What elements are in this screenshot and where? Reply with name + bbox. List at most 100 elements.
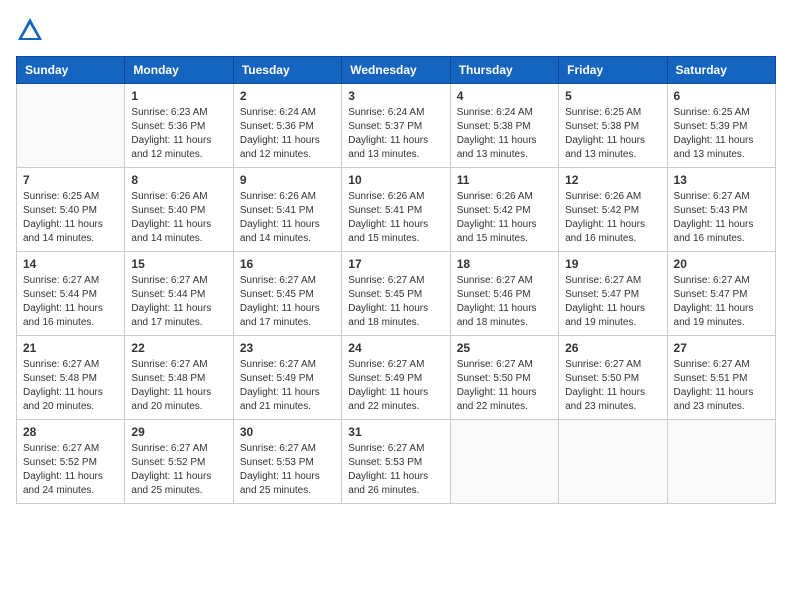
calendar-cell: [450, 420, 558, 504]
calendar-cell: [17, 84, 125, 168]
day-info: Sunrise: 6:26 AMSunset: 5:40 PMDaylight:…: [131, 190, 226, 246]
day-info: Sunrise: 6:24 AMSunset: 5:36 PMDaylight:…: [240, 106, 335, 162]
day-info: Sunrise: 6:27 AMSunset: 5:43 PMDaylight:…: [674, 190, 769, 246]
calendar-cell: 8 Sunrise: 6:26 AMSunset: 5:40 PMDaylight…: [125, 168, 233, 252]
calendar-cell: 10 Sunrise: 6:26 AMSunset: 5:41 PMDayligh…: [342, 168, 450, 252]
day-info: Sunrise: 6:27 AMSunset: 5:50 PMDaylight:…: [565, 358, 660, 414]
day-number: 6: [674, 89, 769, 103]
logo-icon: [16, 16, 44, 44]
calendar-week-row: 21 Sunrise: 6:27 AMSunset: 5:48 PMDayligh…: [17, 336, 776, 420]
day-info: Sunrise: 6:27 AMSunset: 5:44 PMDaylight:…: [131, 274, 226, 330]
day-info: Sunrise: 6:25 AMSunset: 5:38 PMDaylight:…: [565, 106, 660, 162]
calendar-week-row: 7 Sunrise: 6:25 AMSunset: 5:40 PMDaylight…: [17, 168, 776, 252]
day-info: Sunrise: 6:27 AMSunset: 5:44 PMDaylight:…: [23, 274, 118, 330]
day-number: 5: [565, 89, 660, 103]
day-info: Sunrise: 6:27 AMSunset: 5:49 PMDaylight:…: [348, 358, 443, 414]
day-info: Sunrise: 6:27 AMSunset: 5:45 PMDaylight:…: [348, 274, 443, 330]
calendar-cell: 22 Sunrise: 6:27 AMSunset: 5:48 PMDayligh…: [125, 336, 233, 420]
day-number: 8: [131, 173, 226, 187]
calendar-cell: [559, 420, 667, 504]
page-header: [16, 16, 776, 44]
calendar-table: SundayMondayTuesdayWednesdayThursdayFrid…: [16, 56, 776, 504]
calendar-cell: 17 Sunrise: 6:27 AMSunset: 5:45 PMDayligh…: [342, 252, 450, 336]
day-info: Sunrise: 6:27 AMSunset: 5:47 PMDaylight:…: [565, 274, 660, 330]
day-info: Sunrise: 6:26 AMSunset: 5:41 PMDaylight:…: [348, 190, 443, 246]
calendar-cell: 6 Sunrise: 6:25 AMSunset: 5:39 PMDaylight…: [667, 84, 775, 168]
day-number: 26: [565, 341, 660, 355]
calendar-cell: 16 Sunrise: 6:27 AMSunset: 5:45 PMDayligh…: [233, 252, 341, 336]
calendar-cell: 19 Sunrise: 6:27 AMSunset: 5:47 PMDayligh…: [559, 252, 667, 336]
day-number: 2: [240, 89, 335, 103]
day-info: Sunrise: 6:27 AMSunset: 5:51 PMDaylight:…: [674, 358, 769, 414]
day-info: Sunrise: 6:25 AMSunset: 5:40 PMDaylight:…: [23, 190, 118, 246]
day-info: Sunrise: 6:24 AMSunset: 5:37 PMDaylight:…: [348, 106, 443, 162]
calendar-cell: 28 Sunrise: 6:27 AMSunset: 5:52 PMDayligh…: [17, 420, 125, 504]
calendar-cell: 15 Sunrise: 6:27 AMSunset: 5:44 PMDayligh…: [125, 252, 233, 336]
calendar-cell: [667, 420, 775, 504]
calendar-week-row: 28 Sunrise: 6:27 AMSunset: 5:52 PMDayligh…: [17, 420, 776, 504]
calendar-cell: 18Sunrise: 6:27 AMSunset: 5:46 PMDayligh…: [450, 252, 558, 336]
day-info: Sunrise: 6:27 AMSunset: 5:45 PMDaylight:…: [240, 274, 335, 330]
calendar-cell: 29Sunrise: 6:27 AMSunset: 5:52 PMDayligh…: [125, 420, 233, 504]
calendar-cell: 14Sunrise: 6:27 AMSunset: 5:44 PMDayligh…: [17, 252, 125, 336]
day-number: 1: [131, 89, 226, 103]
weekday-header-tuesday: Tuesday: [233, 57, 341, 84]
calendar-cell: 13 Sunrise: 6:27 AMSunset: 5:43 PMDayligh…: [667, 168, 775, 252]
calendar-cell: 5 Sunrise: 6:25 AMSunset: 5:38 PMDaylight…: [559, 84, 667, 168]
day-number: 13: [674, 173, 769, 187]
calendar-cell: 26 Sunrise: 6:27 AMSunset: 5:50 PMDayligh…: [559, 336, 667, 420]
day-number: 19: [565, 257, 660, 271]
day-number: 7: [23, 173, 118, 187]
day-number: 20: [674, 257, 769, 271]
day-number: 23: [240, 341, 335, 355]
day-number: 16: [240, 257, 335, 271]
weekday-header-monday: Monday: [125, 57, 233, 84]
calendar-week-row: 14Sunrise: 6:27 AMSunset: 5:44 PMDayligh…: [17, 252, 776, 336]
day-info: Sunrise: 6:25 AMSunset: 5:39 PMDaylight:…: [674, 106, 769, 162]
day-info: Sunrise: 6:27 AMSunset: 5:49 PMDaylight:…: [240, 358, 335, 414]
calendar-cell: 1 Sunrise: 6:23 AMSunset: 5:36 PMDaylight…: [125, 84, 233, 168]
calendar-cell: 23 Sunrise: 6:27 AMSunset: 5:49 PMDayligh…: [233, 336, 341, 420]
day-info: Sunrise: 6:27 AMSunset: 5:53 PMDaylight:…: [240, 442, 335, 498]
calendar-cell: 12Sunrise: 6:26 AMSunset: 5:42 PMDayligh…: [559, 168, 667, 252]
day-number: 3: [348, 89, 443, 103]
day-number: 25: [457, 341, 552, 355]
day-info: Sunrise: 6:26 AMSunset: 5:42 PMDaylight:…: [457, 190, 552, 246]
day-number: 28: [23, 425, 118, 439]
calendar-cell: 7 Sunrise: 6:25 AMSunset: 5:40 PMDaylight…: [17, 168, 125, 252]
calendar-cell: 20Sunrise: 6:27 AMSunset: 5:47 PMDayligh…: [667, 252, 775, 336]
day-number: 30: [240, 425, 335, 439]
day-number: 31: [348, 425, 443, 439]
calendar-cell: 24 Sunrise: 6:27 AMSunset: 5:49 PMDayligh…: [342, 336, 450, 420]
day-number: 17: [348, 257, 443, 271]
weekday-header-saturday: Saturday: [667, 57, 775, 84]
calendar-cell: 9Sunrise: 6:26 AMSunset: 5:41 PMDaylight…: [233, 168, 341, 252]
day-number: 21: [23, 341, 118, 355]
calendar-week-row: 1 Sunrise: 6:23 AMSunset: 5:36 PMDaylight…: [17, 84, 776, 168]
weekday-header-thursday: Thursday: [450, 57, 558, 84]
day-info: Sunrise: 6:24 AMSunset: 5:38 PMDaylight:…: [457, 106, 552, 162]
logo: [16, 16, 48, 44]
day-number: 10: [348, 173, 443, 187]
calendar-cell: 2 Sunrise: 6:24 AMSunset: 5:36 PMDaylight…: [233, 84, 341, 168]
calendar-cell: 3 Sunrise: 6:24 AMSunset: 5:37 PMDaylight…: [342, 84, 450, 168]
day-number: 22: [131, 341, 226, 355]
calendar-cell: 21 Sunrise: 6:27 AMSunset: 5:48 PMDayligh…: [17, 336, 125, 420]
day-number: 27: [674, 341, 769, 355]
day-number: 18: [457, 257, 552, 271]
weekday-header-wednesday: Wednesday: [342, 57, 450, 84]
day-info: Sunrise: 6:23 AMSunset: 5:36 PMDaylight:…: [131, 106, 226, 162]
calendar-cell: 31Sunrise: 6:27 AMSunset: 5:53 PMDayligh…: [342, 420, 450, 504]
calendar-cell: 4Sunrise: 6:24 AMSunset: 5:38 PMDaylight…: [450, 84, 558, 168]
calendar-cell: 27 Sunrise: 6:27 AMSunset: 5:51 PMDayligh…: [667, 336, 775, 420]
day-number: 11: [457, 173, 552, 187]
day-number: 12: [565, 173, 660, 187]
day-info: Sunrise: 6:27 AMSunset: 5:48 PMDaylight:…: [131, 358, 226, 414]
day-info: Sunrise: 6:27 AMSunset: 5:48 PMDaylight:…: [23, 358, 118, 414]
day-number: 15: [131, 257, 226, 271]
day-info: Sunrise: 6:27 AMSunset: 5:52 PMDaylight:…: [131, 442, 226, 498]
day-number: 24: [348, 341, 443, 355]
calendar-cell: 30 Sunrise: 6:27 AMSunset: 5:53 PMDayligh…: [233, 420, 341, 504]
day-info: Sunrise: 6:27 AMSunset: 5:52 PMDaylight:…: [23, 442, 118, 498]
day-info: Sunrise: 6:26 AMSunset: 5:41 PMDaylight:…: [240, 190, 335, 246]
